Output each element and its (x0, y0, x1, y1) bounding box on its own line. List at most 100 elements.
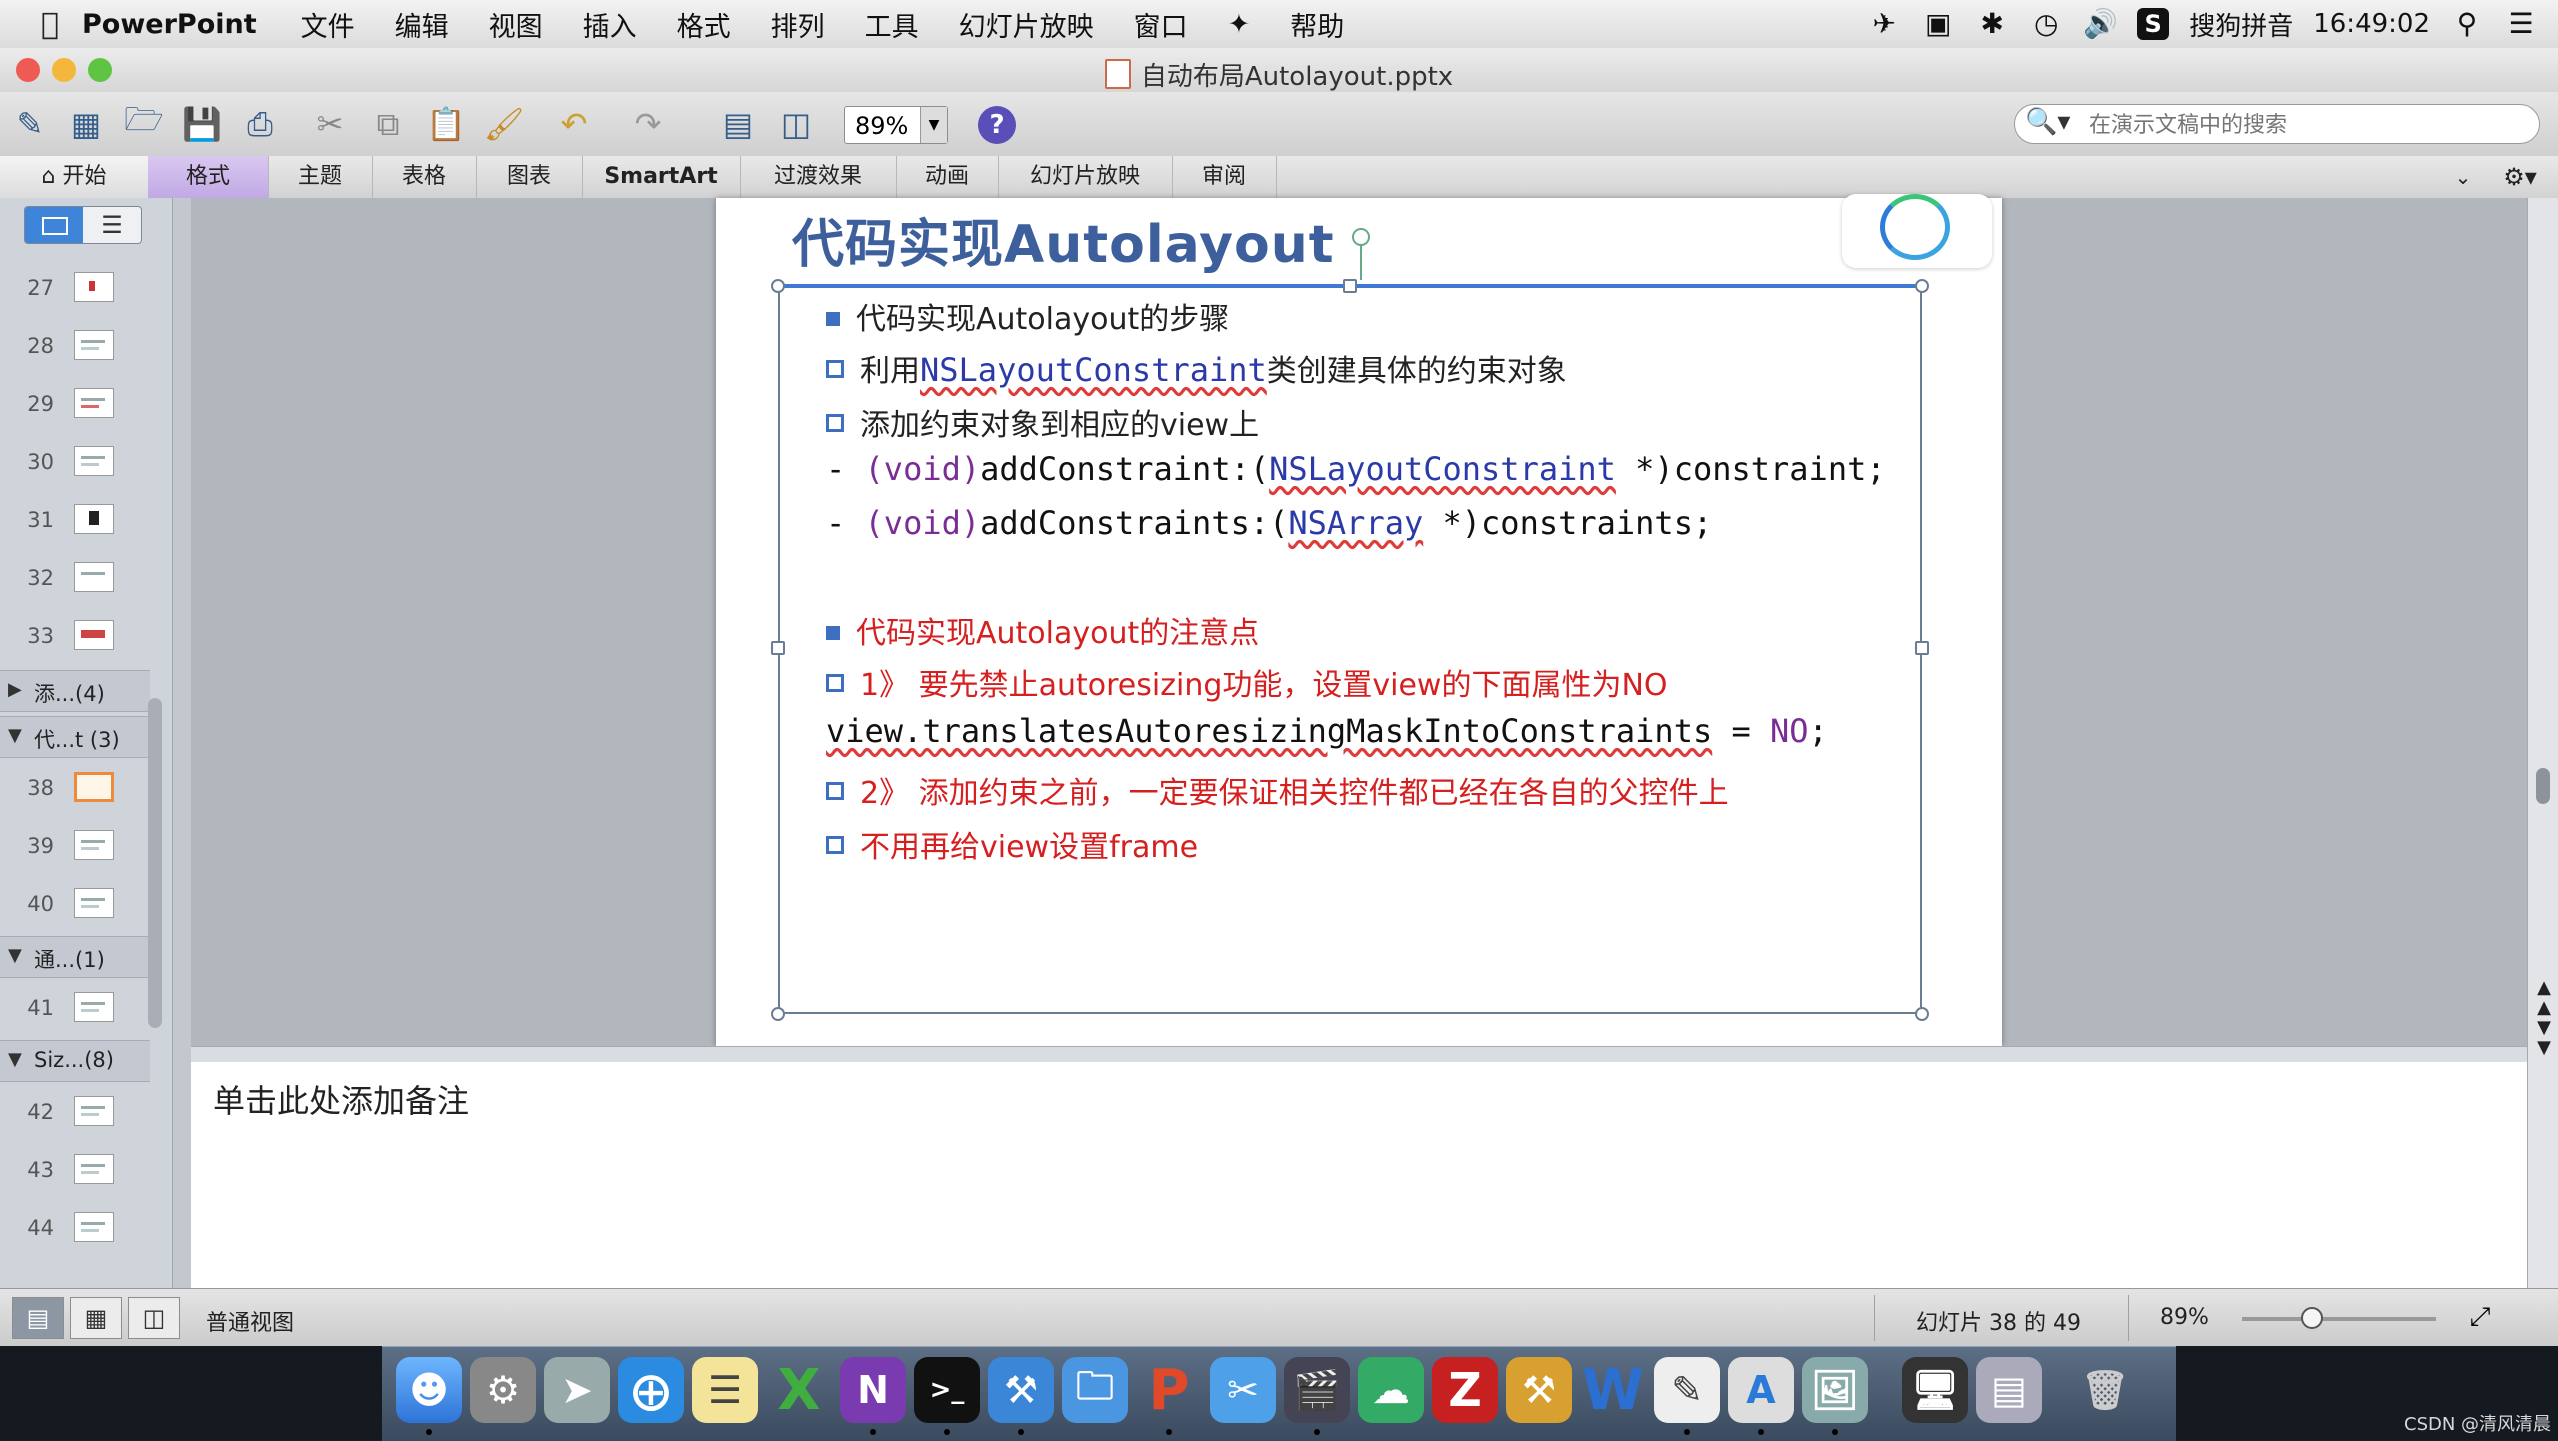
display-icon[interactable]: 🖥 (1902, 1357, 1968, 1423)
slide-thumbnail[interactable]: 40 (0, 882, 150, 928)
apple-menu-icon[interactable]:  (24, 7, 76, 42)
notes-icon[interactable]: ☰ (692, 1357, 758, 1423)
slide-thumbnail[interactable]: 44 (0, 1206, 150, 1252)
word-icon[interactable]: W (1580, 1357, 1646, 1423)
preview-icon[interactable]: 🖼 (1802, 1357, 1868, 1435)
template-gallery-icon[interactable]: ▦ (64, 102, 108, 146)
slide-thumbnail[interactable]: 30 (0, 440, 150, 486)
help-icon[interactable]: ? (978, 106, 1016, 144)
safari-icon[interactable]: ⨁ (618, 1357, 684, 1423)
scissors-icon[interactable]: ✂ (1210, 1357, 1276, 1423)
folder-icon[interactable]: 🗀 (1062, 1357, 1128, 1423)
app-menu[interactable]: PowerPoint (82, 9, 257, 40)
tab-charts[interactable]: 图表 (476, 156, 583, 198)
screen-icon[interactable]: ▤ (1976, 1357, 2042, 1423)
open-icon[interactable]: 🗁 (122, 100, 166, 146)
normal-view-icon[interactable]: ▤ (12, 1297, 64, 1339)
section-header[interactable]: ▼ 代...t (3) (0, 716, 150, 758)
trash-icon[interactable]: 🗑 (2072, 1357, 2138, 1423)
expand-triangle-icon[interactable]: ▶ (8, 679, 22, 700)
textedit-icon[interactable]: ✎ (1654, 1357, 1720, 1435)
resize-handle-right[interactable] (1915, 641, 1929, 655)
time-machine-icon[interactable]: ◷ (2029, 7, 2063, 41)
thumbnail-view-icon[interactable] (25, 207, 83, 243)
collapse-triangle-icon[interactable]: ▼ (8, 725, 22, 746)
menu-edit[interactable]: 编辑 (395, 5, 449, 44)
resize-handle-left[interactable] (771, 641, 785, 655)
slide-thumbnail[interactable]: 39 (0, 824, 150, 870)
zoom-dropdown-icon[interactable]: ▼ (920, 107, 947, 143)
notification-center-icon[interactable]: ☰ (2504, 7, 2538, 41)
rotation-handle[interactable] (1352, 228, 1370, 246)
print-icon[interactable]: ⎙ (238, 102, 282, 146)
slide-thumbnail[interactable]: 43 (0, 1148, 150, 1194)
system-preferences-icon[interactable]: ⚙ (470, 1357, 536, 1423)
slide-thumbnail[interactable]: 32 (0, 556, 150, 602)
bluetooth-icon[interactable]: ✱ (1975, 7, 2009, 41)
app-store-icon[interactable]: A (1728, 1357, 1794, 1435)
collapse-triangle-icon[interactable]: ▼ (8, 945, 22, 966)
outline-view-icon[interactable]: ☰ (83, 207, 141, 243)
slide-thumbnail[interactable]: 41 (0, 986, 150, 1032)
tools-icon[interactable]: ⚒ (1506, 1357, 1572, 1423)
scroll-thumb[interactable] (2536, 768, 2550, 804)
menu-arrange[interactable]: 排列 (771, 5, 825, 44)
notes-pane[interactable]: 单击此处添加备注 (191, 1062, 2527, 1288)
slide-thumbnail[interactable]: 31 (0, 498, 150, 544)
ribbon-collapse-icon[interactable]: ⌄ (2440, 156, 2486, 198)
copy-icon[interactable]: ⧉ (366, 102, 410, 146)
slide-layout-icon[interactable]: ◫ (774, 102, 818, 146)
sogou-input-icon[interactable]: S (2137, 8, 2170, 40)
menu-slideshow[interactable]: 幻灯片放映 (959, 5, 1094, 44)
airplane-icon[interactable]: ✈ (1867, 7, 1901, 41)
video-icon[interactable]: 🎬 (1284, 1357, 1350, 1435)
network-icon[interactable]: ☁ (1358, 1357, 1424, 1423)
terminal-icon[interactable]: >_ (914, 1357, 980, 1435)
cut-icon[interactable]: ✂ (308, 102, 352, 146)
filezilla-icon[interactable]: Z (1432, 1357, 1498, 1423)
tab-review[interactable]: 审阅 (1172, 156, 1277, 198)
menu-view[interactable]: 视图 (489, 5, 543, 44)
notes-placeholder[interactable]: 单击此处添加备注 (213, 1076, 469, 1122)
zoom-select[interactable]: 89% ▼ (844, 106, 948, 144)
tab-slideshow[interactable]: 幻灯片放映 (998, 156, 1173, 198)
section-header[interactable]: ▼ Siz...(8) (0, 1040, 150, 1082)
section-header[interactable]: ▶ 添...(4) (0, 670, 150, 712)
undo-icon[interactable]: ↶ (552, 102, 596, 146)
resize-handle-bottom-right[interactable] (1915, 1007, 1929, 1021)
vertical-scrollbar[interactable]: ▲ ▲ ▼ ▼ (2527, 198, 2558, 1288)
save-icon[interactable]: 💾 (180, 102, 224, 146)
ribbon-settings-gear-icon[interactable]: ⚙▾ (2490, 156, 2550, 198)
new-presentation-icon[interactable]: ✎ (8, 102, 52, 146)
tab-format[interactable]: 格式 (148, 156, 269, 198)
menu-window[interactable]: 窗口 (1134, 5, 1188, 44)
slide-title[interactable]: 代码实现Autolayout (792, 202, 1335, 277)
resize-handle-top[interactable] (1343, 279, 1357, 293)
spotlight-search-icon[interactable]: ⚲ (2450, 7, 2484, 41)
tab-smartart[interactable]: SmartArt (582, 156, 741, 198)
previous-next-slide-arrows-icon[interactable]: ▲ ▲ ▼ ▼ (2532, 978, 2556, 1058)
script-menu-icon[interactable]: ✦ (1228, 9, 1251, 40)
zoom-slider[interactable] (2242, 1317, 2436, 1321)
collapse-triangle-icon[interactable]: ▼ (8, 1049, 22, 1070)
tab-home[interactable]: ⌂ 开始 (0, 156, 149, 198)
volume-icon[interactable]: 🔊 (2083, 7, 2118, 41)
search-icon[interactable]: 🔍▾ (2025, 107, 2070, 137)
slide[interactable]: 代码实现Autolayout 代码实现Autolayout的步骤 利用NSLay… (716, 194, 2002, 1046)
slide-thumbnail[interactable]: 33 (0, 614, 150, 660)
search-input[interactable] (2087, 109, 2531, 141)
camera-icon[interactable]: ▣ (1921, 7, 1955, 41)
powerpoint-icon[interactable]: P (1136, 1357, 1202, 1435)
slide-thumbnail[interactable]: 42 (0, 1090, 150, 1136)
fit-to-window-icon[interactable]: ⤢ (2460, 1299, 2500, 1335)
slideshow-view-icon[interactable]: ◫ (128, 1297, 180, 1339)
slide-thumbnail[interactable]: 28 (0, 324, 150, 370)
excel-icon[interactable]: X (766, 1357, 832, 1423)
slide-thumbnail[interactable]: 27 (0, 266, 150, 312)
finder-icon[interactable]: ☻ (396, 1357, 462, 1435)
tab-transitions[interactable]: 过渡效果 (740, 156, 897, 198)
tab-animations[interactable]: 动画 (896, 156, 999, 198)
redo-icon[interactable]: ↷ (626, 102, 670, 146)
paste-icon[interactable]: 📋 (424, 102, 468, 146)
zoom-slider-knob[interactable] (2300, 1307, 2323, 1329)
